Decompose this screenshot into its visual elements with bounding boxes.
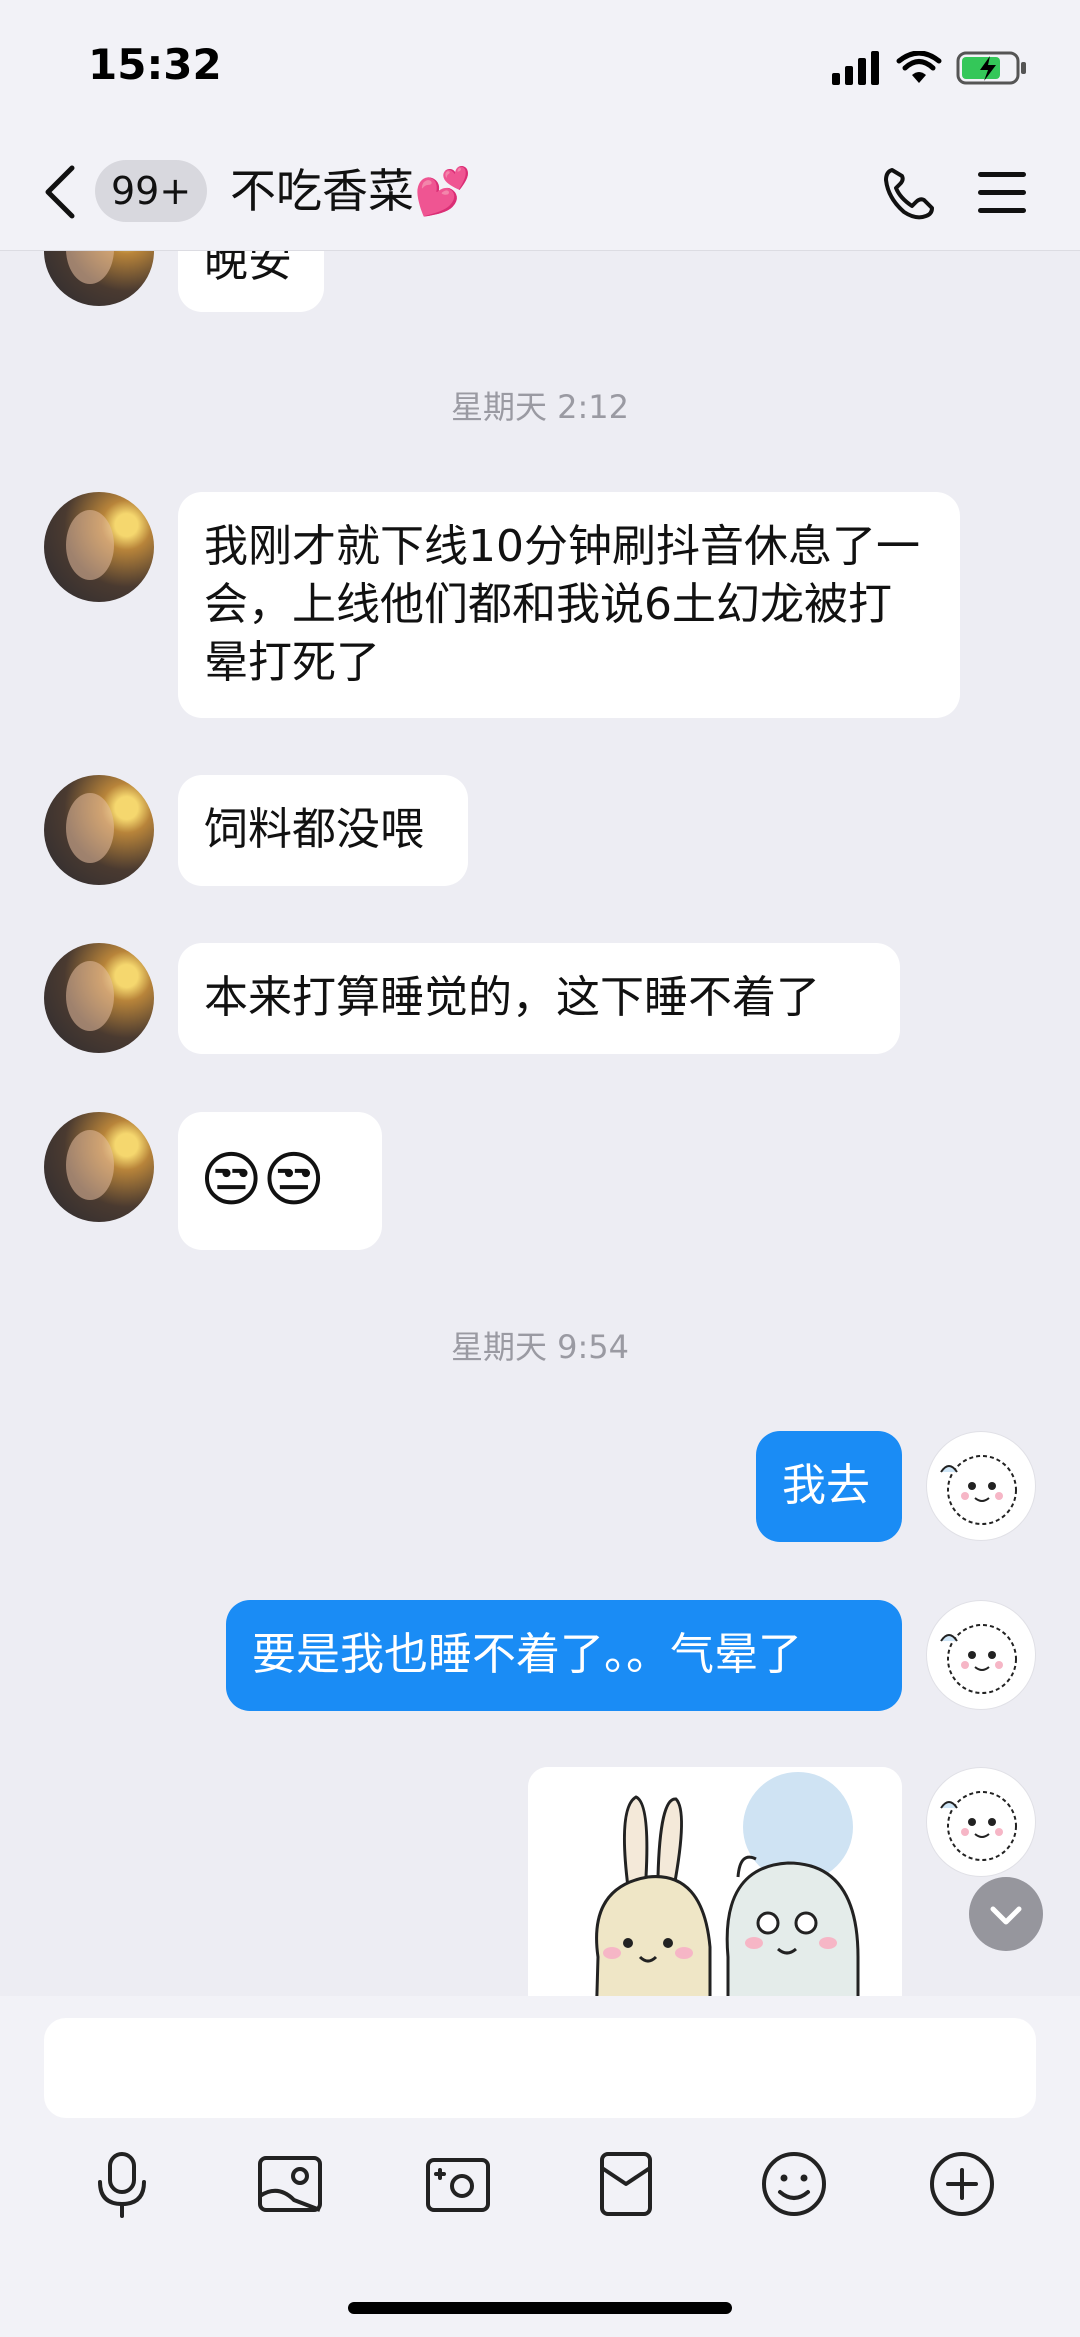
signal-icon <box>832 51 879 85</box>
message-text: 要是我也睡不着了。。气晕了 <box>252 1629 802 1680</box>
wifi-icon <box>896 51 942 83</box>
plus-icon[interactable] <box>926 2148 998 2220</box>
message-bubble-received[interactable]: 本来打算睡觉的，这下睡不着了 <box>178 943 900 1054</box>
contact-avatar[interactable] <box>44 943 154 1053</box>
message-text: 本来打算睡觉的，这下睡不着了 <box>204 972 820 1023</box>
chat-message-list[interactable]: 晚安 星期天 2:12 我刚才就下线10分钟刷抖音休息了一会，上线他们都和我说6… <box>0 251 1080 1996</box>
input-bar <box>0 1996 1080 2337</box>
cartoon-avatar-icon <box>940 1624 1017 1694</box>
microphone-icon[interactable] <box>86 2148 158 2220</box>
message-input[interactable] <box>44 2018 1036 2118</box>
status-time: 15:32 <box>88 40 222 89</box>
home-indicator <box>348 2302 732 2314</box>
message-text: 晚安 <box>204 251 292 287</box>
my-avatar[interactable] <box>926 1600 1036 1710</box>
sticker-image <box>528 1767 902 1996</box>
message-bubble-received[interactable]: 😒😒 <box>178 1112 382 1250</box>
sticker-message[interactable] <box>528 1767 902 1996</box>
back-button[interactable] <box>40 162 80 222</box>
message-bubble-received[interactable]: 饲料都没喂 <box>178 775 468 886</box>
phone-call-icon[interactable] <box>880 164 938 222</box>
emoji-message: 😒😒 <box>200 1145 326 1215</box>
cartoon-avatar-icon <box>940 1791 1017 1861</box>
camera-icon[interactable] <box>422 2148 494 2220</box>
battery-charging-icon <box>956 51 1026 85</box>
message-timestamp: 星期天 9:54 <box>450 1328 630 1366</box>
message-text: 饲料都没喂 <box>204 804 424 855</box>
scroll-to-bottom-button[interactable] <box>969 1877 1043 1951</box>
status-icons <box>832 48 1028 88</box>
unread-count-badge[interactable]: 99+ <box>95 160 208 222</box>
contact-avatar[interactable] <box>44 251 154 306</box>
my-avatar[interactable] <box>926 1767 1036 1877</box>
message-bubble-sent[interactable]: 我去 <box>756 1431 902 1542</box>
emoji-icon[interactable] <box>758 2148 830 2220</box>
menu-icon[interactable] <box>976 168 1028 218</box>
contact-avatar[interactable] <box>44 492 154 602</box>
contact-avatar[interactable] <box>44 775 154 885</box>
chevron-down-icon <box>990 1906 1022 1925</box>
image-icon[interactable] <box>254 2148 326 2220</box>
my-avatar[interactable] <box>926 1431 1036 1541</box>
message-bubble-received[interactable]: 晚安 <box>178 251 324 312</box>
message-timestamp: 星期天 2:12 <box>450 388 630 426</box>
message-text: 我去 <box>782 1460 870 1511</box>
chat-title: 不吃香菜💕 <box>230 164 472 218</box>
contact-avatar[interactable] <box>44 1112 154 1222</box>
chat-header: 99+ 不吃香菜💕 <box>0 140 1080 251</box>
message-text: 我刚才就下线10分钟刷抖音休息了一会，上线他们都和我说6土幻龙被打晕打死了 <box>204 521 920 688</box>
message-bubble-received[interactable]: 我刚才就下线10分钟刷抖音休息了一会，上线他们都和我说6土幻龙被打晕打死了 <box>178 492 960 718</box>
cartoon-avatar-icon <box>940 1455 1017 1525</box>
message-bubble-sent[interactable]: 要是我也睡不着了。。气晕了 <box>226 1600 902 1711</box>
status-bar: 15:32 <box>0 0 1080 140</box>
red-packet-icon[interactable] <box>590 2148 662 2220</box>
